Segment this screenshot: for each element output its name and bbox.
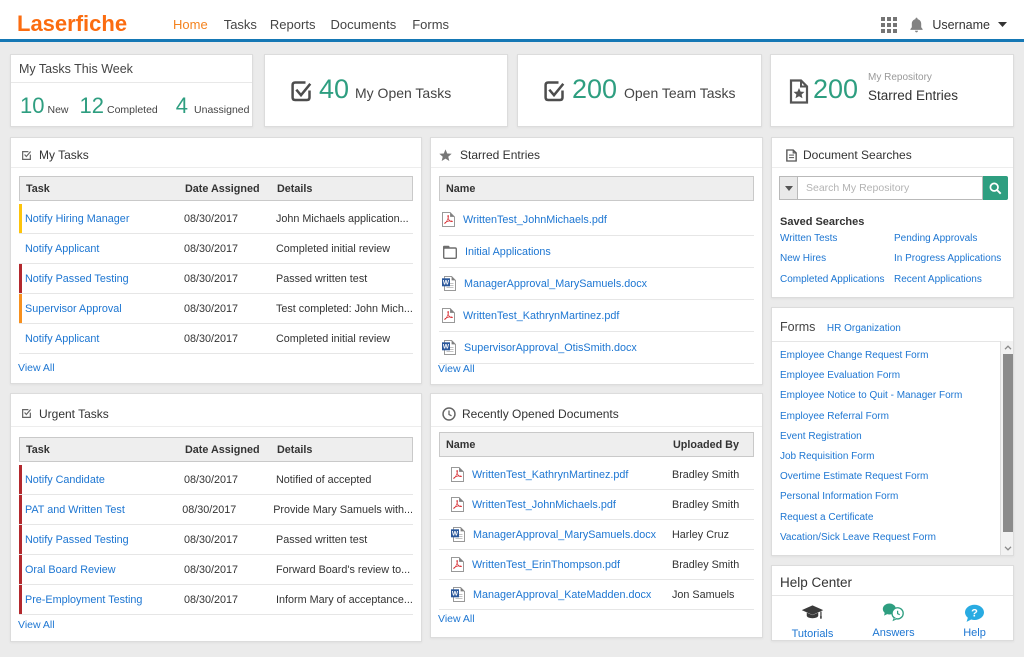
svg-text:W: W (452, 531, 459, 538)
svg-text:?: ? (971, 607, 978, 619)
svg-text:W: W (443, 280, 450, 287)
svg-text:W: W (443, 344, 450, 351)
svg-text:W: W (452, 591, 459, 598)
